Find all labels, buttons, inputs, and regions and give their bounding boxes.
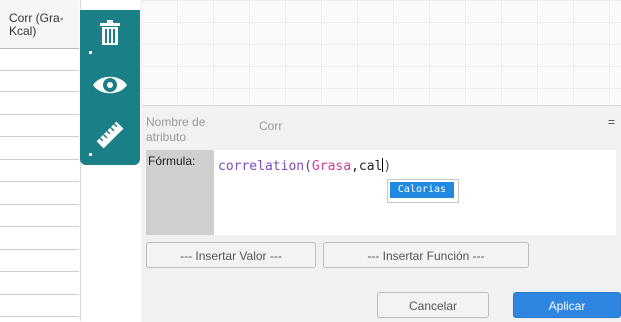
insert-value-button[interactable]: --- Insertar Valor --- [146, 242, 316, 268]
formula-label: Fórmula: [146, 150, 214, 235]
formula-function-token: correlation [218, 159, 305, 174]
visibility-tool[interactable] [80, 64, 140, 110]
ruler-icon [95, 120, 125, 155]
cancel-button[interactable]: Cancelar [377, 292, 489, 318]
row-divider [0, 294, 79, 295]
formula-open-paren: ( [304, 159, 312, 174]
column-header[interactable]: Corr (Gra- Kcal) [0, 0, 79, 49]
formula-row: Fórmula: correlation(Grasa,cal) [146, 150, 616, 235]
row-divider [0, 316, 79, 317]
autocomplete-popup: Calorias [387, 179, 459, 203]
attribute-name-label: Nombre de atributo [146, 115, 206, 143]
insert-function-button[interactable]: --- Insertar Función --- [323, 242, 529, 268]
eye-icon [92, 73, 128, 102]
formula-typed-text: cal [358, 159, 383, 174]
formula-field-token: Grasa [311, 159, 352, 174]
corner-marker [89, 51, 92, 54]
formula-separator: , [351, 159, 359, 174]
vertical-toolbar [80, 10, 140, 165]
corner-marker [89, 153, 92, 156]
trash-icon [98, 19, 122, 51]
spreadsheet-column: Corr (Gra- Kcal) [0, 0, 81, 321]
column-header-label: Corr (Gra- Kcal) [9, 11, 64, 38]
formula-editor[interactable]: correlation(Grasa,cal) [218, 158, 391, 174]
row-divider [0, 249, 79, 250]
row-divider [0, 271, 79, 272]
attribute-name-input[interactable]: Corr [259, 115, 599, 137]
row-divider [0, 181, 79, 182]
equals-sign: = [608, 115, 616, 129]
row-divider [0, 91, 79, 92]
attribute-dialog: Nombre de atributo Corr = Fórmula: corre… [141, 105, 621, 322]
row-divider [0, 204, 79, 205]
apply-button[interactable]: Aplicar [513, 292, 621, 318]
row-divider [0, 159, 79, 160]
row-divider [0, 114, 79, 115]
formula-close-paren: ) [383, 159, 392, 174]
row-divider [0, 136, 79, 137]
row-divider [0, 70, 79, 71]
delete-tool[interactable] [80, 12, 140, 58]
canvas-grid [141, 0, 621, 106]
row-divider [0, 226, 79, 227]
measure-tool[interactable] [80, 114, 140, 160]
autocomplete-option[interactable]: Calorias [390, 182, 454, 198]
name-row: Nombre de atributo Corr = [141, 106, 621, 146]
